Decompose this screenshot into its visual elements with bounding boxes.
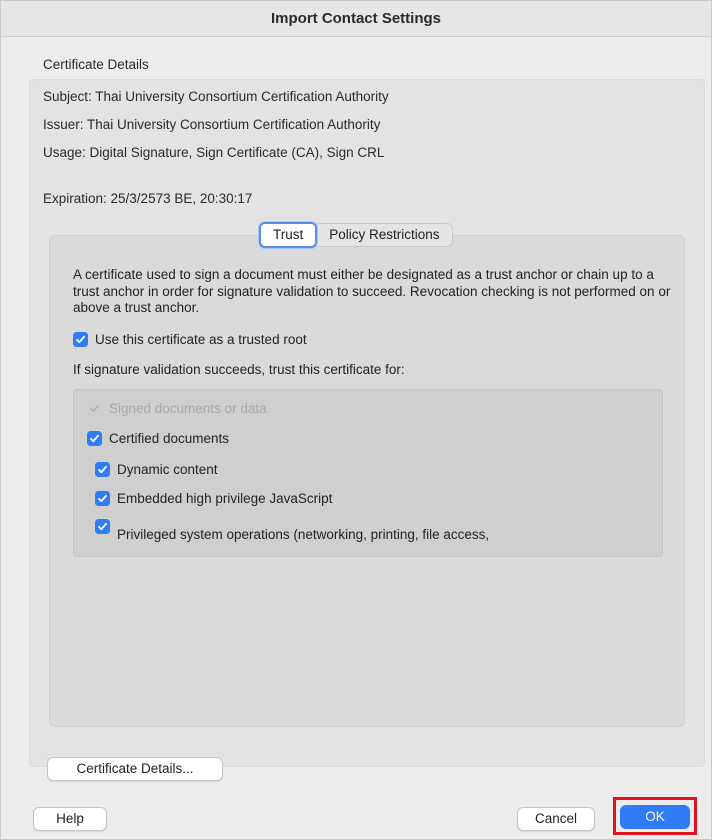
trust-description: A certificate used to sign a document mu…	[73, 267, 671, 315]
cancel-button[interactable]: Cancel	[517, 807, 595, 831]
ok-button[interactable]: OK	[620, 805, 690, 829]
certified-documents-label: Certified documents	[109, 431, 230, 446]
signed-documents-checkbox: Signed documents or data	[87, 401, 267, 416]
embedded-javascript-checkbox[interactable]: Embedded high privilege JavaScript	[95, 491, 332, 506]
certificate-details-button[interactable]: Certificate Details...	[47, 757, 223, 781]
usage-line: Usage: Digital Signature, Sign Certifica…	[43, 145, 385, 160]
import-contact-settings-dialog: Import Contact Settings Certificate Deta…	[0, 0, 712, 840]
tab-trust[interactable]: Trust	[259, 222, 318, 248]
checkbox-checked-icon[interactable]	[95, 491, 110, 506]
dialog-title: Import Contact Settings	[1, 1, 711, 37]
privileged-operations-checkbox[interactable]: Privileged system operations (networking…	[95, 519, 489, 542]
certified-documents-checkbox[interactable]: Certified documents	[87, 431, 229, 446]
trust-for-text: If signature validation succeeds, trust …	[73, 362, 405, 377]
checkbox-checked-icon[interactable]	[87, 431, 102, 446]
certificate-details-heading: Certificate Details	[43, 57, 149, 72]
tab-bar: Trust Policy Restrictions	[259, 222, 453, 248]
checkbox-checked-icon[interactable]	[95, 519, 110, 534]
checkbox-disabled-check-icon	[87, 401, 102, 416]
signed-documents-label: Signed documents or data	[109, 401, 267, 416]
dynamic-content-checkbox[interactable]: Dynamic content	[95, 462, 218, 477]
checkbox-checked-icon[interactable]	[95, 462, 110, 477]
checkbox-checked-icon[interactable]	[73, 332, 88, 347]
help-button[interactable]: Help	[33, 807, 107, 831]
embedded-javascript-label: Embedded high privilege JavaScript	[117, 491, 333, 506]
trust-for-label: If signature validation succeeds, trust …	[73, 362, 405, 377]
tab-policy-restrictions[interactable]: Policy Restrictions	[317, 224, 451, 246]
subject-line: Subject: Thai University Consortium Cert…	[43, 89, 389, 104]
use-trusted-root-checkbox[interactable]: Use this certificate as a trusted root	[73, 332, 307, 347]
privileged-operations-label: Privileged system operations (networking…	[117, 527, 490, 542]
issuer-line: Issuer: Thai University Consortium Certi…	[43, 117, 381, 132]
use-trusted-root-label: Use this certificate as a trusted root	[95, 332, 307, 347]
expiration-line: Expiration: 25/3/2573 BE, 20:30:17	[43, 191, 253, 206]
dynamic-content-label: Dynamic content	[117, 462, 218, 477]
